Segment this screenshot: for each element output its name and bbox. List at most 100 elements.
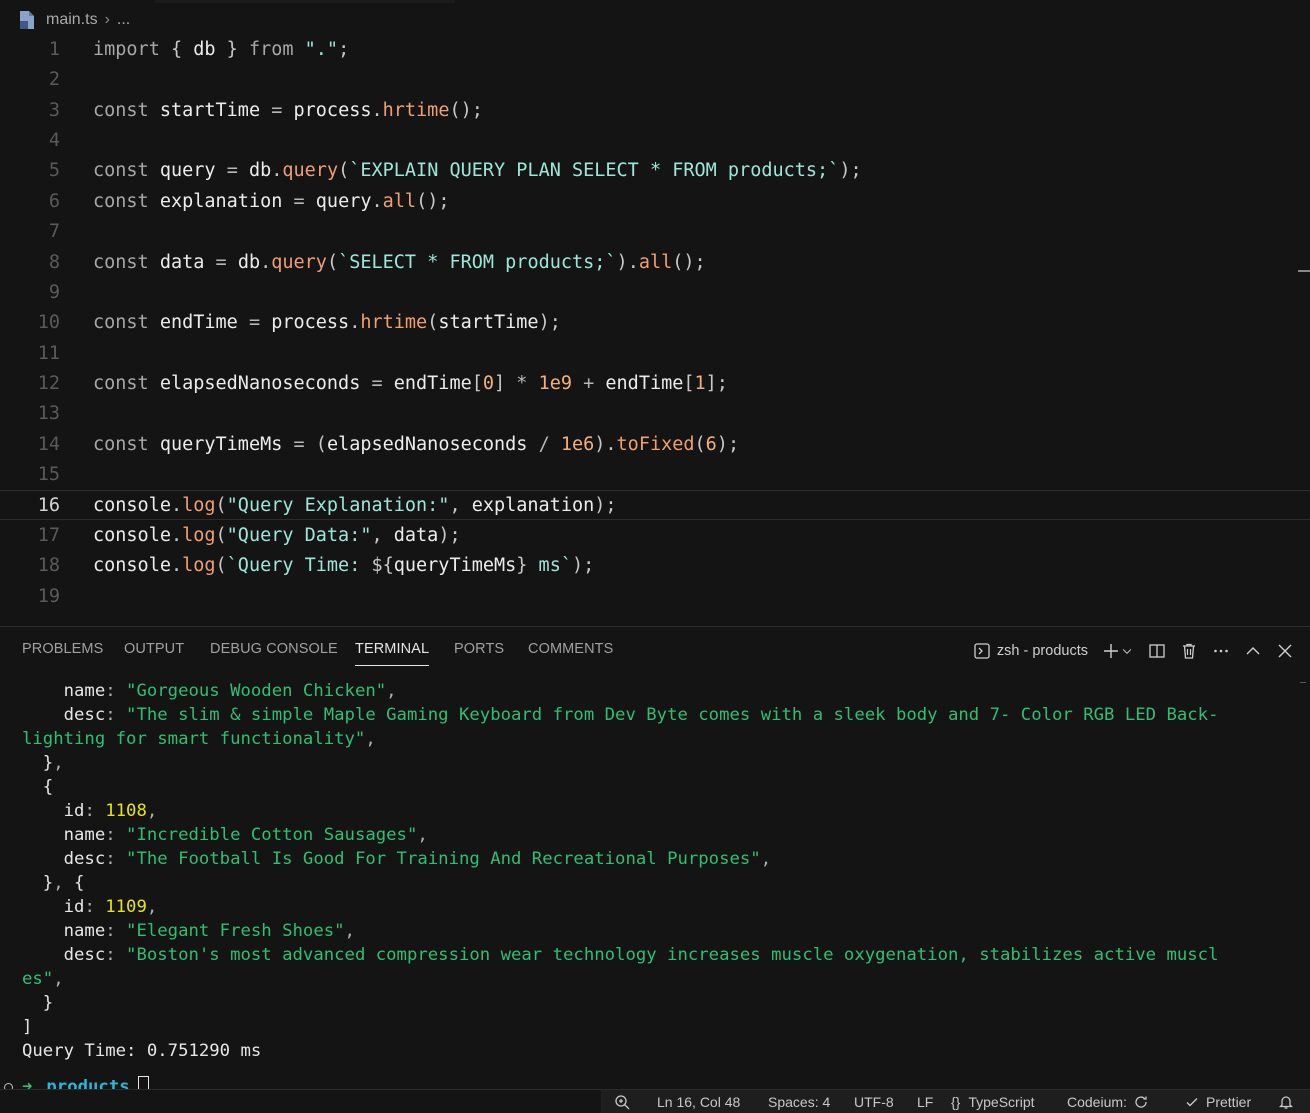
code-line[interactable]: 14 const queryTimeMs = (elapsedNanosecon… [0, 429, 1310, 459]
encoding[interactable]: UTF-8 [854, 1094, 894, 1110]
terminal-output[interactable]: name: "Gorgeous Wooden Chicken", desc: "… [22, 679, 1297, 1063]
code-line[interactable]: 10 const endTime = process.hrtime(startT… [0, 307, 1310, 337]
indentation[interactable]: Spaces: 4 [768, 1094, 830, 1110]
terminal-token: : [84, 897, 106, 917]
code-editor[interactable]: 1 import { db } from "."; 2 3 const star… [0, 34, 1310, 626]
code-line-current[interactable]: 16 console.log("Query Explanation:", exp… [0, 490, 1310, 520]
code-line[interactable]: 4 [0, 125, 1310, 155]
terminal-token: id [22, 897, 85, 917]
terminal-token: "Elegant Fresh Shoes" [126, 921, 345, 941]
terminal-line: desc: "Boston's most advanced compressio… [22, 943, 1297, 967]
split-terminal-button[interactable] [1148, 642, 1166, 660]
terminal-icon [974, 643, 990, 659]
terminal-scrollbar[interactable] [1300, 682, 1306, 688]
code-line[interactable]: 6 const explanation = query.all(); [0, 186, 1310, 216]
kill-terminal-button[interactable] [1180, 642, 1198, 660]
terminal-line: es", [22, 967, 1297, 991]
terminal-token: , [417, 825, 428, 845]
code-text: const data = db.query(`SELECT * FROM pro… [93, 251, 706, 273]
ellipsis-icon [1214, 649, 1228, 653]
terminal-line: Query Time: 0.751290 ms [22, 1039, 1297, 1063]
split-icon [1149, 644, 1165, 658]
code-line[interactable]: 13 [0, 398, 1310, 428]
tab-ports[interactable]: PORTS [454, 641, 504, 657]
check-icon [1186, 1098, 1198, 1107]
code-line[interactable]: 5 const query = db.query(`EXPLAIN QUERY … [0, 155, 1310, 185]
breadcrumb-ellipsis[interactable]: ... [117, 11, 130, 29]
tab-comments[interactable]: COMMENTS [528, 641, 613, 657]
code-line[interactable]: 2 [0, 64, 1310, 94]
tab-terminal[interactable]: TERMINAL [355, 641, 430, 666]
tab-problems[interactable]: PROBLEMS [22, 641, 103, 657]
terminal-token: name [22, 921, 106, 941]
codeium-status[interactable]: Codeium: [1067, 1094, 1149, 1110]
terminal-token: , [146, 801, 158, 821]
code-line[interactable]: 7 [0, 216, 1310, 246]
terminal-selector[interactable]: zsh - products [973, 642, 1088, 660]
line-number: 16 [37, 494, 60, 516]
code-line[interactable]: 18 console.log(`Query Time: ${queryTimeM… [0, 550, 1310, 580]
panel-tabs: PROBLEMS OUTPUT DEBUG CONSOLE TERMINAL P… [0, 627, 1310, 675]
chevron-down-icon[interactable] [1120, 642, 1134, 660]
terminal-line: ] [22, 1015, 1297, 1039]
terminal-token: : [105, 825, 127, 845]
terminal-line: lighting for smart functionality", [22, 727, 1297, 751]
bell-icon [1278, 1096, 1294, 1109]
code-line[interactable]: 12 const elapsedNanoseconds = endTime[0]… [0, 368, 1310, 398]
code-line[interactable]: 19 [0, 581, 1310, 611]
terminal-token: Query Time: 0.751290 ms [22, 1041, 262, 1061]
new-terminal-button[interactable] [1102, 642, 1134, 660]
status-bar: Ln 16, Col 48 Spaces: 4 UTF-8 LF {} Type… [0, 1089, 1310, 1113]
terminal-token: , [386, 681, 397, 701]
prettier-status[interactable]: Prettier [1184, 1094, 1251, 1110]
more-actions-button[interactable] [1212, 642, 1230, 660]
terminal-token: id [22, 801, 85, 821]
tab-output[interactable]: OUTPUT [124, 641, 184, 657]
refresh-icon [1135, 1096, 1147, 1108]
zoom-icon [615, 1095, 630, 1110]
zoom-button[interactable] [614, 1094, 630, 1110]
close-panel-button[interactable] [1276, 642, 1294, 660]
tab-debug-console[interactable]: DEBUG CONSOLE [210, 641, 338, 657]
end-of-line[interactable]: LF [917, 1094, 933, 1110]
code-line[interactable]: 17 console.log("Query Data:", data); [0, 520, 1310, 550]
terminal-token: "Incredible Cotton Sausages" [126, 825, 418, 845]
line-number: 8 [48, 251, 60, 273]
code-line[interactable]: 8 const data = db.query(`SELECT * FROM p… [0, 247, 1310, 277]
code-line[interactable]: 15 [0, 459, 1310, 489]
terminal-token: "The Football Is Good For Training And R… [126, 849, 761, 869]
panel-actions: zsh - products [959, 639, 1294, 663]
notifications-button[interactable] [1278, 1094, 1294, 1110]
terminal-token: , [53, 873, 75, 893]
code-line[interactable]: 1 import { db } from "."; [0, 34, 1310, 64]
terminal-token: "The slim & simple Maple Gaming Keyboard… [126, 705, 1219, 725]
line-number: 4 [48, 129, 60, 151]
code-line[interactable]: 9 [0, 277, 1310, 307]
close-icon [1278, 644, 1292, 658]
terminal-line: id: 1109, [22, 895, 1297, 919]
plus-icon [1104, 644, 1118, 658]
code-text: const elapsedNanoseconds = endTime[0] * … [93, 372, 728, 394]
language-label: TypeScript [968, 1094, 1035, 1110]
code-text: const queryTimeMs = (elapsedNanoseconds … [93, 433, 740, 455]
cursor-position[interactable]: Ln 16, Col 48 [657, 1094, 740, 1110]
line-number: 3 [48, 99, 60, 121]
chevron-up-icon [1246, 647, 1260, 655]
terminal-token: : [84, 801, 106, 821]
scrollbar-marker[interactable] [1298, 270, 1310, 272]
language-mode[interactable]: {} TypeScript [951, 1094, 1035, 1110]
terminal-token: , [365, 729, 376, 749]
terminal-token: desc [22, 705, 106, 725]
terminal-line: }, [22, 751, 1297, 775]
terminal-token: desc [22, 945, 106, 965]
terminal-token: : [105, 945, 127, 965]
line-number: 7 [48, 220, 60, 242]
terminal-name: zsh - products [996, 643, 1088, 659]
code-line[interactable]: 3 const startTime = process.hrtime(); [0, 95, 1310, 125]
terminal-token: } [22, 993, 54, 1013]
prettier-label: Prettier [1206, 1094, 1252, 1110]
code-line[interactable]: 11 [0, 338, 1310, 368]
breadcrumb-file[interactable]: main.ts [46, 11, 98, 29]
maximize-panel-button[interactable] [1244, 642, 1262, 660]
chevron-right-icon: › [104, 11, 110, 28]
